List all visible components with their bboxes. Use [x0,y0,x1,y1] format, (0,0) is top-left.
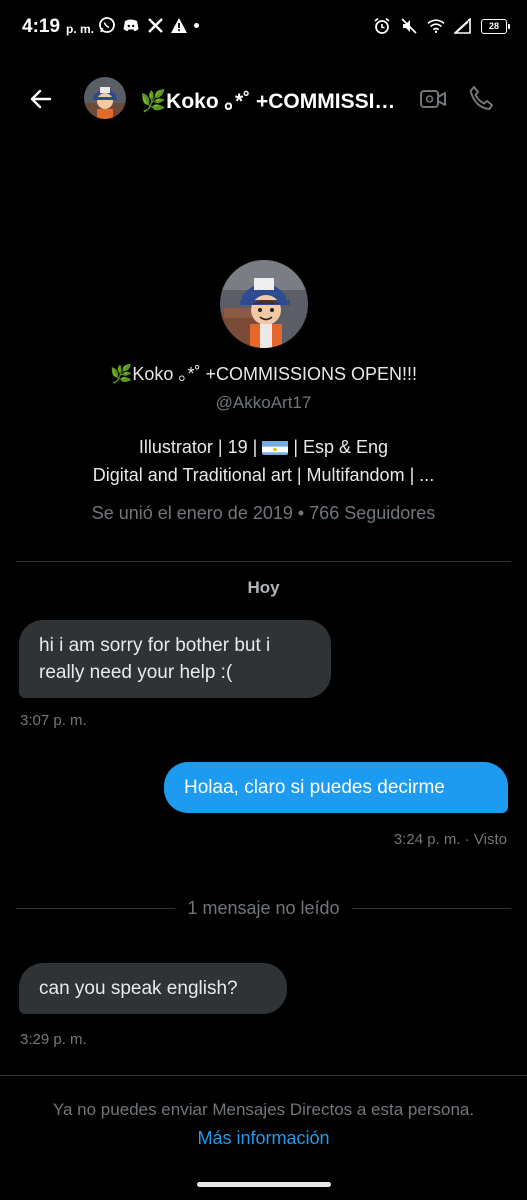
profile-meta: Se unió el enero de 2019 • 766 Seguidore… [91,503,436,523]
home-indicator[interactable] [197,1182,331,1187]
profile-avatar[interactable] [219,260,308,348]
day-label: Hoy [247,578,280,597]
dot-icon [194,22,199,28]
bio-line-1: Illustrator | 19 | | Esp & Eng [138,437,389,457]
video-camera-icon [420,90,446,108]
back-button[interactable] [24,82,58,116]
dm-disabled-notice: Ya no puedes enviar Mensajes Directos a … [52,1100,475,1119]
profile-divider [16,561,511,562]
message-bubble-incoming[interactable]: can you speak english? [19,963,287,1014]
status-time: 4:19 [22,16,61,37]
mute-icon [400,17,418,35]
wifi-icon [427,17,445,35]
argentina-flag-icon [262,438,289,455]
separator-line [351,907,512,909]
video-call-button[interactable] [418,84,448,114]
warning-icon [170,16,188,34]
signal-icon [454,17,472,35]
unread-separator: 1 mensaje no leído [16,896,512,920]
message-timestamp: 3:29 p. m. [20,1031,87,1048]
notification-icons [98,16,199,34]
whatsapp-icon [98,16,116,34]
header-avatar[interactable] [84,77,126,119]
status-ampm: p. m. [66,22,95,36]
more-info-link[interactable]: Más información [0,1128,527,1149]
profile-card[interactable]: 🌿Koko ｡*˚ +COMMISSIONS OPEN!!! @AkkoArt1… [0,260,527,524]
voice-call-button[interactable] [466,83,496,113]
message-timestamp: 3:07 p. m. [20,712,87,729]
message-bubble-outgoing[interactable]: Holaa, claro si puedes decirme [164,762,508,813]
alarm-icon [373,17,391,35]
separator-line [16,907,176,909]
footer-divider [0,1075,527,1076]
system-icons: 28 [373,17,510,35]
bio-line-2: Digital and Traditional art | Multifando… [92,465,435,485]
phone-icon [469,86,493,110]
battery-icon: 28 [481,18,510,34]
profile-handle: @AkkoArt17 [215,393,312,412]
x-icon [146,16,164,34]
arrow-left-icon [30,89,52,109]
header-title[interactable]: 🌿Koko ｡*˚ +COMMISSIONS OPEN!!! [140,85,400,115]
message-timestamp-seen: 3:24 p. m. · Visto [393,831,507,848]
profile-name: 🌿Koko ｡*˚ +COMMISSIONS OPEN!!! [110,364,417,384]
profile-bio: Illustrator | 19 | | Esp & Eng Digital a… [0,433,527,489]
message-bubble-incoming[interactable]: hi i am sorry for bother but i really ne… [19,620,331,698]
discord-icon [122,16,140,34]
unread-label: 1 mensaje no leído [187,897,340,918]
conversation-header: 🌿Koko ｡*˚ +COMMISSIONS OPEN!!! [0,70,527,128]
status-bar: 4:19 p. m. 28 [0,0,527,56]
